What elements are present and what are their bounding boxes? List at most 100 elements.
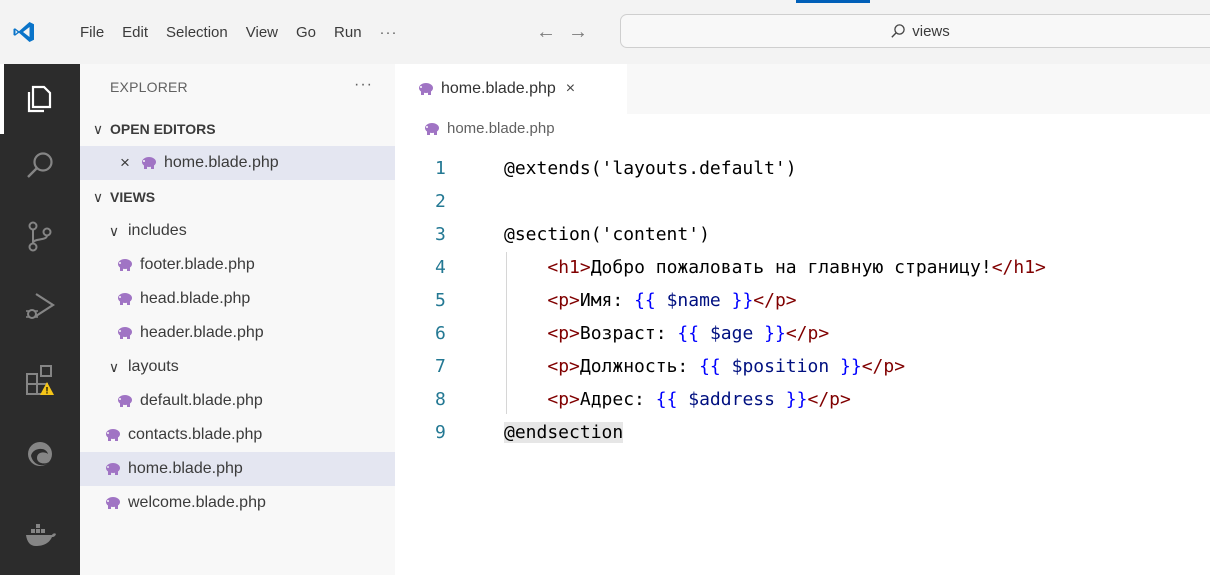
code-token: {{	[655, 389, 678, 410]
code-token: Добро пожаловать на главную страницу!	[590, 257, 992, 278]
sidebar-more-button[interactable]: ···	[354, 76, 373, 94]
line-number: 3	[435, 224, 446, 245]
code-token: $name	[655, 290, 732, 311]
code-token: }}	[785, 389, 808, 410]
code-token: <p>	[547, 389, 580, 410]
tab-close-icon[interactable]: ×	[566, 80, 575, 98]
tree-file-default[interactable]: default.blade.php	[80, 384, 395, 418]
line-number: 8	[435, 389, 446, 410]
line-number: 9	[435, 422, 446, 443]
code-token: Возраст:	[579, 323, 678, 344]
forward-arrow-icon[interactable]: →	[568, 20, 588, 44]
menu-run[interactable]: Run	[334, 24, 362, 41]
line-number: 4	[435, 257, 446, 278]
code-token: }}	[840, 356, 862, 377]
menu-edit[interactable]: Edit	[122, 24, 148, 41]
explorer-activity-button[interactable]	[20, 78, 60, 118]
tree-file-header[interactable]: header.blade.php	[80, 316, 395, 350]
php-elephant-icon	[118, 259, 132, 271]
code-token: Адрес:	[579, 389, 656, 410]
menu-bar: File Edit Selection View Go Run ···	[80, 0, 416, 64]
vscode-logo-icon	[13, 22, 34, 42]
code-token: </h1>	[991, 257, 1046, 278]
code-token: {{	[699, 356, 721, 377]
tree-folder-includes[interactable]: ∨ includes	[80, 214, 395, 248]
code-token: </p>	[753, 290, 797, 311]
activity-bar: !	[0, 64, 80, 575]
views-folder-header[interactable]: ∨ VIEWS	[80, 180, 395, 214]
open-editor-label: home.blade.php	[163, 154, 279, 171]
code-line[interactable]: 6 <p>Возраст: {{ $age }}</p>	[395, 317, 1210, 350]
tree-folder-layouts[interactable]: ∨ layouts	[80, 350, 395, 384]
run-debug-icon	[26, 293, 56, 319]
code-token: @extends('layouts.default')	[504, 158, 797, 179]
back-arrow-icon[interactable]: ←	[536, 20, 556, 44]
menu-more-button[interactable]: ···	[380, 24, 398, 41]
tab-home-blade[interactable]: home.blade.php ×	[395, 64, 627, 114]
code-line[interactable]: 8 <p>Адрес: {{ $address }}</p>	[395, 383, 1210, 416]
code-token: <h1>	[547, 257, 591, 278]
code-token: {{	[677, 323, 700, 344]
code-token: Должность:	[579, 356, 700, 377]
extensions-activity-button[interactable]: !	[20, 360, 60, 400]
code-token: $position	[720, 356, 840, 377]
source-control-activity-button[interactable]	[20, 216, 60, 256]
tree-item-label: home.blade.php	[128, 460, 243, 477]
code-token: {{	[634, 290, 656, 311]
edge-activity-button[interactable]	[20, 434, 60, 474]
run-debug-activity-button[interactable]	[20, 286, 60, 326]
tree-item-label: header.blade.php	[140, 324, 264, 341]
code-line[interactable]: 1 @extends('layouts.default')	[395, 152, 1210, 185]
code-token: <p>	[547, 323, 580, 344]
code-text: <p>Имя: {{ $name }}</p>	[504, 284, 797, 317]
code-line[interactable]: 7 <p>Должность: {{ $position }}</p>	[395, 350, 1210, 383]
line-number: 6	[435, 323, 446, 344]
command-center-search[interactable]: views	[620, 14, 1210, 48]
code-line[interactable]: 4 <h1>Добро пожаловать на главную страни…	[395, 251, 1210, 284]
tree-file-welcome[interactable]: welcome.blade.php	[80, 486, 395, 520]
code-text: @section('content')	[504, 218, 710, 251]
php-elephant-icon	[106, 497, 120, 509]
tree-item-label: includes	[128, 222, 187, 239]
code-token: </p>	[807, 389, 851, 410]
open-editor-item[interactable]: × home.blade.php	[80, 146, 395, 180]
close-icon[interactable]: ×	[120, 153, 130, 173]
code-text: @endsection	[504, 416, 624, 449]
menu-view[interactable]: View	[246, 24, 278, 41]
line-number: 7	[435, 356, 446, 377]
source-control-icon	[28, 221, 52, 252]
docker-activity-button[interactable]	[20, 514, 60, 554]
code-text: <p>Адрес: {{ $address }}</p>	[504, 383, 851, 416]
breadcrumb[interactable]: home.blade.php	[423, 120, 555, 137]
tree-item-label: welcome.blade.php	[128, 494, 266, 511]
tree-file-home[interactable]: home.blade.php	[80, 452, 395, 486]
edge-icon	[28, 442, 52, 466]
line-number: 2	[435, 191, 446, 212]
tree-item-label: layouts	[128, 358, 179, 375]
php-elephant-icon	[425, 122, 439, 135]
editor-area: home.blade.php × home.blade.php 1 @extend…	[395, 64, 1210, 575]
search-activity-button[interactable]	[20, 146, 60, 186]
tree-file-head[interactable]: head.blade.php	[80, 282, 395, 316]
svg-text:!: !	[46, 386, 49, 396]
open-editors-header[interactable]: ∨ OPEN EDITORS	[80, 112, 395, 146]
code-line[interactable]: 9 @endsection	[395, 416, 1210, 449]
tree-file-contacts[interactable]: contacts.blade.php	[80, 418, 395, 452]
code-token: <p>	[547, 290, 580, 311]
menu-selection[interactable]: Selection	[166, 24, 228, 41]
code-line[interactable]: 3 @section('content')	[395, 218, 1210, 251]
sidebar-title: EXPLORER	[110, 79, 188, 95]
code-line[interactable]: 2	[395, 185, 1210, 218]
menu-file[interactable]: File	[80, 24, 104, 41]
php-elephant-icon	[419, 83, 433, 95]
tree-file-footer[interactable]: footer.blade.php	[80, 248, 395, 282]
line-number: 5	[435, 290, 446, 311]
search-icon	[891, 24, 905, 38]
breadcrumb-label: home.blade.php	[447, 120, 555, 137]
chevron-down-icon: ∨	[108, 222, 120, 239]
code-line[interactable]: 5 <p>Имя: {{ $name }}</p>	[395, 284, 1210, 317]
menu-go[interactable]: Go	[296, 24, 316, 41]
title-accent-line	[796, 0, 870, 3]
